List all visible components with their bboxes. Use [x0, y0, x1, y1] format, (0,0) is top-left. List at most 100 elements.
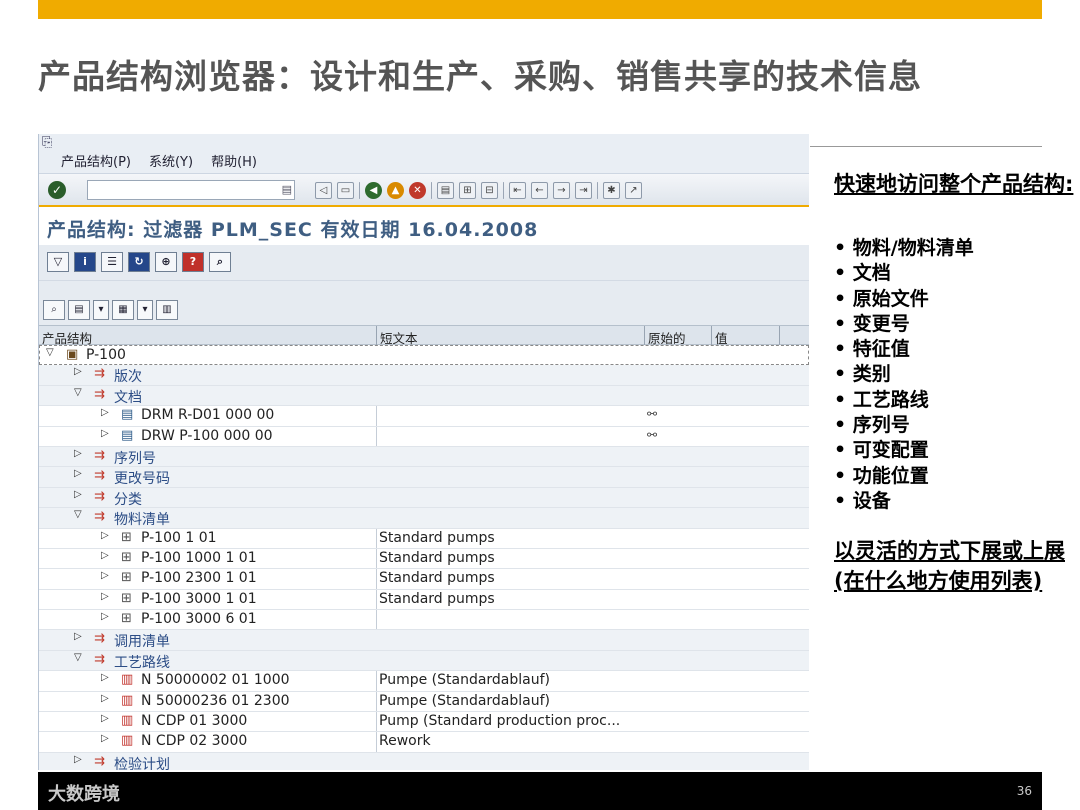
- expand-node-icon[interactable]: ▷: [74, 631, 82, 642]
- tree-node-label[interactable]: 检验计划: [114, 754, 170, 770]
- tree-row[interactable]: ▷ ⊞ P-100 3000 6 01: [39, 610, 809, 631]
- expand-node-icon[interactable]: ▷: [101, 611, 109, 622]
- info-icon[interactable]: i: [74, 252, 96, 272]
- tree-row[interactable]: ▽ ⇉ 工艺路线: [39, 650, 809, 672]
- expand-node-icon[interactable]: ▷: [101, 672, 109, 683]
- tree-row[interactable]: ▷ ⇉ 版次: [39, 365, 809, 386]
- next-page-icon[interactable]: →: [553, 182, 570, 199]
- expand-node-icon[interactable]: ▷: [101, 713, 109, 724]
- last-page-icon[interactable]: ⇥: [575, 182, 592, 199]
- exit-icon[interactable]: ▲: [387, 182, 404, 199]
- tree-node-label[interactable]: 物料清单: [114, 509, 170, 529]
- original-link-icon[interactable]: ⚯: [647, 407, 657, 421]
- back-triangle-icon[interactable]: ◁: [315, 182, 332, 199]
- tree-row[interactable]: ▷ ⇉ 分类: [39, 487, 809, 509]
- expand-node-icon[interactable]: ▷: [101, 428, 109, 439]
- tree-row[interactable]: ▷ ▥ N 50000236 01 2300 Pumpe (Standardablau…: [39, 692, 809, 713]
- tree-node-label[interactable]: 版次: [114, 366, 142, 386]
- print-icon[interactable]: ▤: [437, 182, 454, 199]
- binoculars-icon[interactable]: ⌕: [209, 252, 231, 272]
- command-field[interactable]: ▤: [87, 180, 295, 200]
- tree-row[interactable]: ▷ ⇉ 调用清单: [39, 630, 809, 651]
- tree-row[interactable]: ▷ ⊞ P-100 1000 1 01 Standard pumps: [39, 549, 809, 570]
- collapse-node-icon[interactable]: ▽: [46, 347, 54, 358]
- tree-row[interactable]: ▷ ⊞ P-100 1 01 Standard pumps: [39, 529, 809, 549]
- tree-node-label[interactable]: N 50000236 01 2300: [141, 693, 290, 709]
- tree-row[interactable]: ▽ ⇉ 物料清单: [39, 508, 809, 529]
- expand-icon[interactable]: ⊕: [155, 252, 177, 272]
- tree-node-label[interactable]: N 50000002 01 1000: [141, 672, 290, 688]
- menu-product-structure[interactable]: 产品结构(P): [61, 151, 131, 170]
- back-icon[interactable]: ◀: [365, 182, 382, 199]
- expand-node-icon[interactable]: ▷: [101, 693, 109, 704]
- filter-icon[interactable]: ▽: [47, 252, 69, 272]
- tree-node-label[interactable]: DRW P-100 000 00: [141, 428, 273, 444]
- expand-node-icon[interactable]: ▷: [74, 489, 82, 500]
- tree-node-label[interactable]: P-100 1 01: [141, 530, 217, 546]
- find-next-icon[interactable]: ⊟: [481, 182, 498, 199]
- first-page-icon[interactable]: ⇤: [509, 182, 526, 199]
- window-menu-icon[interactable]: ⎘: [42, 135, 52, 150]
- expand-node-icon[interactable]: ▷: [74, 468, 82, 479]
- tree-node-label[interactable]: 文档: [114, 387, 142, 407]
- link-icon: ⇉: [94, 488, 105, 504]
- tree-node-label[interactable]: 分类: [114, 489, 142, 509]
- menu-help[interactable]: 帮助(H): [211, 151, 257, 170]
- collapse-node-icon[interactable]: ▽: [74, 509, 82, 520]
- find-icon[interactable]: ⊞: [459, 182, 476, 199]
- shortcut-icon[interactable]: ↗: [625, 182, 642, 199]
- tree-row[interactable]: ▷ ⊞ P-100 3000 1 01 Standard pumps: [39, 590, 809, 611]
- tree-node-label[interactable]: 序列号: [114, 448, 156, 468]
- tree-row[interactable]: ▷ ▥ N 50000002 01 1000 Pumpe (Standardablau…: [39, 671, 809, 692]
- layout-icon[interactable]: ▦: [112, 300, 134, 320]
- expand-node-icon[interactable]: ▷: [74, 754, 82, 765]
- tree-row[interactable]: ▷ ⇉ 更改号码: [39, 467, 809, 488]
- details-icon[interactable]: ▥: [156, 300, 178, 320]
- expand-node-icon[interactable]: ▷: [101, 530, 109, 541]
- expand-node-icon[interactable]: ▷: [74, 366, 82, 377]
- tree-row[interactable]: ▷ ⇉ 检验计划: [39, 752, 809, 770]
- dropdown-icon[interactable]: ▤: [282, 183, 292, 196]
- tree-row[interactable]: ▷ ▥ N CDP 01 3000 Pump (Standard production…: [39, 712, 809, 733]
- original-link-icon[interactable]: ⚯: [647, 428, 657, 442]
- tree-node-label[interactable]: P-100: [86, 347, 126, 363]
- find-icon[interactable]: ⌕: [43, 300, 65, 320]
- tree-node-label[interactable]: P-100 3000 6 01: [141, 611, 257, 627]
- tree-row[interactable]: ▷ ▥ N CDP 02 3000 Rework: [39, 732, 809, 753]
- expand-node-icon[interactable]: ▷: [101, 570, 109, 581]
- tree-row[interactable]: ▽ ⇉ 文档: [39, 385, 809, 407]
- expand-node-icon[interactable]: ▷: [101, 550, 109, 561]
- expand-node-icon[interactable]: ▷: [74, 448, 82, 459]
- tree-node-label[interactable]: P-100 3000 1 01: [141, 591, 257, 607]
- tree-node-label[interactable]: P-100 2300 1 01: [141, 570, 257, 586]
- enter-check-icon[interactable]: ✓: [48, 181, 66, 199]
- expand-node-icon[interactable]: ▷: [101, 407, 109, 418]
- layout-dropdown-icon[interactable]: ▾: [137, 300, 153, 320]
- prev-page-icon[interactable]: ←: [531, 182, 548, 199]
- tree-row[interactable]: ▷ ▤ DRM R-D01 000 00 ⚯: [39, 406, 809, 427]
- expand-node-icon[interactable]: ▷: [101, 591, 109, 602]
- expand-node-icon[interactable]: ▷: [101, 733, 109, 744]
- tree-row[interactable]: ▽ ▣ P-100: [39, 345, 809, 366]
- help-icon[interactable]: ?: [182, 252, 204, 272]
- print-dropdown-icon[interactable]: ▾: [93, 300, 109, 320]
- tree-node-label[interactable]: 工艺路线: [114, 652, 170, 672]
- collapse-node-icon[interactable]: ▽: [74, 387, 82, 398]
- list-icon[interactable]: ☰: [101, 252, 123, 272]
- tree-row[interactable]: ▷ ⊞ P-100 2300 1 01 Standard pumps: [39, 569, 809, 590]
- tree-node-label[interactable]: 调用清单: [114, 631, 170, 651]
- tree-node-label[interactable]: DRM R-D01 000 00: [141, 407, 274, 423]
- tree-node-label[interactable]: N CDP 01 3000: [141, 713, 247, 729]
- tree-node-label[interactable]: P-100 1000 1 01: [141, 550, 257, 566]
- tree-node-label[interactable]: 更改号码: [114, 468, 170, 488]
- cancel-icon[interactable]: ✕: [409, 182, 426, 199]
- print-icon[interactable]: ▤: [68, 300, 90, 320]
- tree-row[interactable]: ▷ ⇉ 序列号: [39, 446, 809, 468]
- collapse-node-icon[interactable]: ▽: [74, 652, 82, 663]
- save-icon[interactable]: ▭: [337, 182, 354, 199]
- menu-system[interactable]: 系统(Y): [149, 151, 193, 170]
- refresh-icon[interactable]: ↻: [128, 252, 150, 272]
- tree-node-label[interactable]: N CDP 02 3000: [141, 733, 247, 749]
- new-session-icon[interactable]: ✱: [603, 182, 620, 199]
- tree-row[interactable]: ▷ ▤ DRW P-100 000 00 ⚯: [39, 427, 809, 447]
